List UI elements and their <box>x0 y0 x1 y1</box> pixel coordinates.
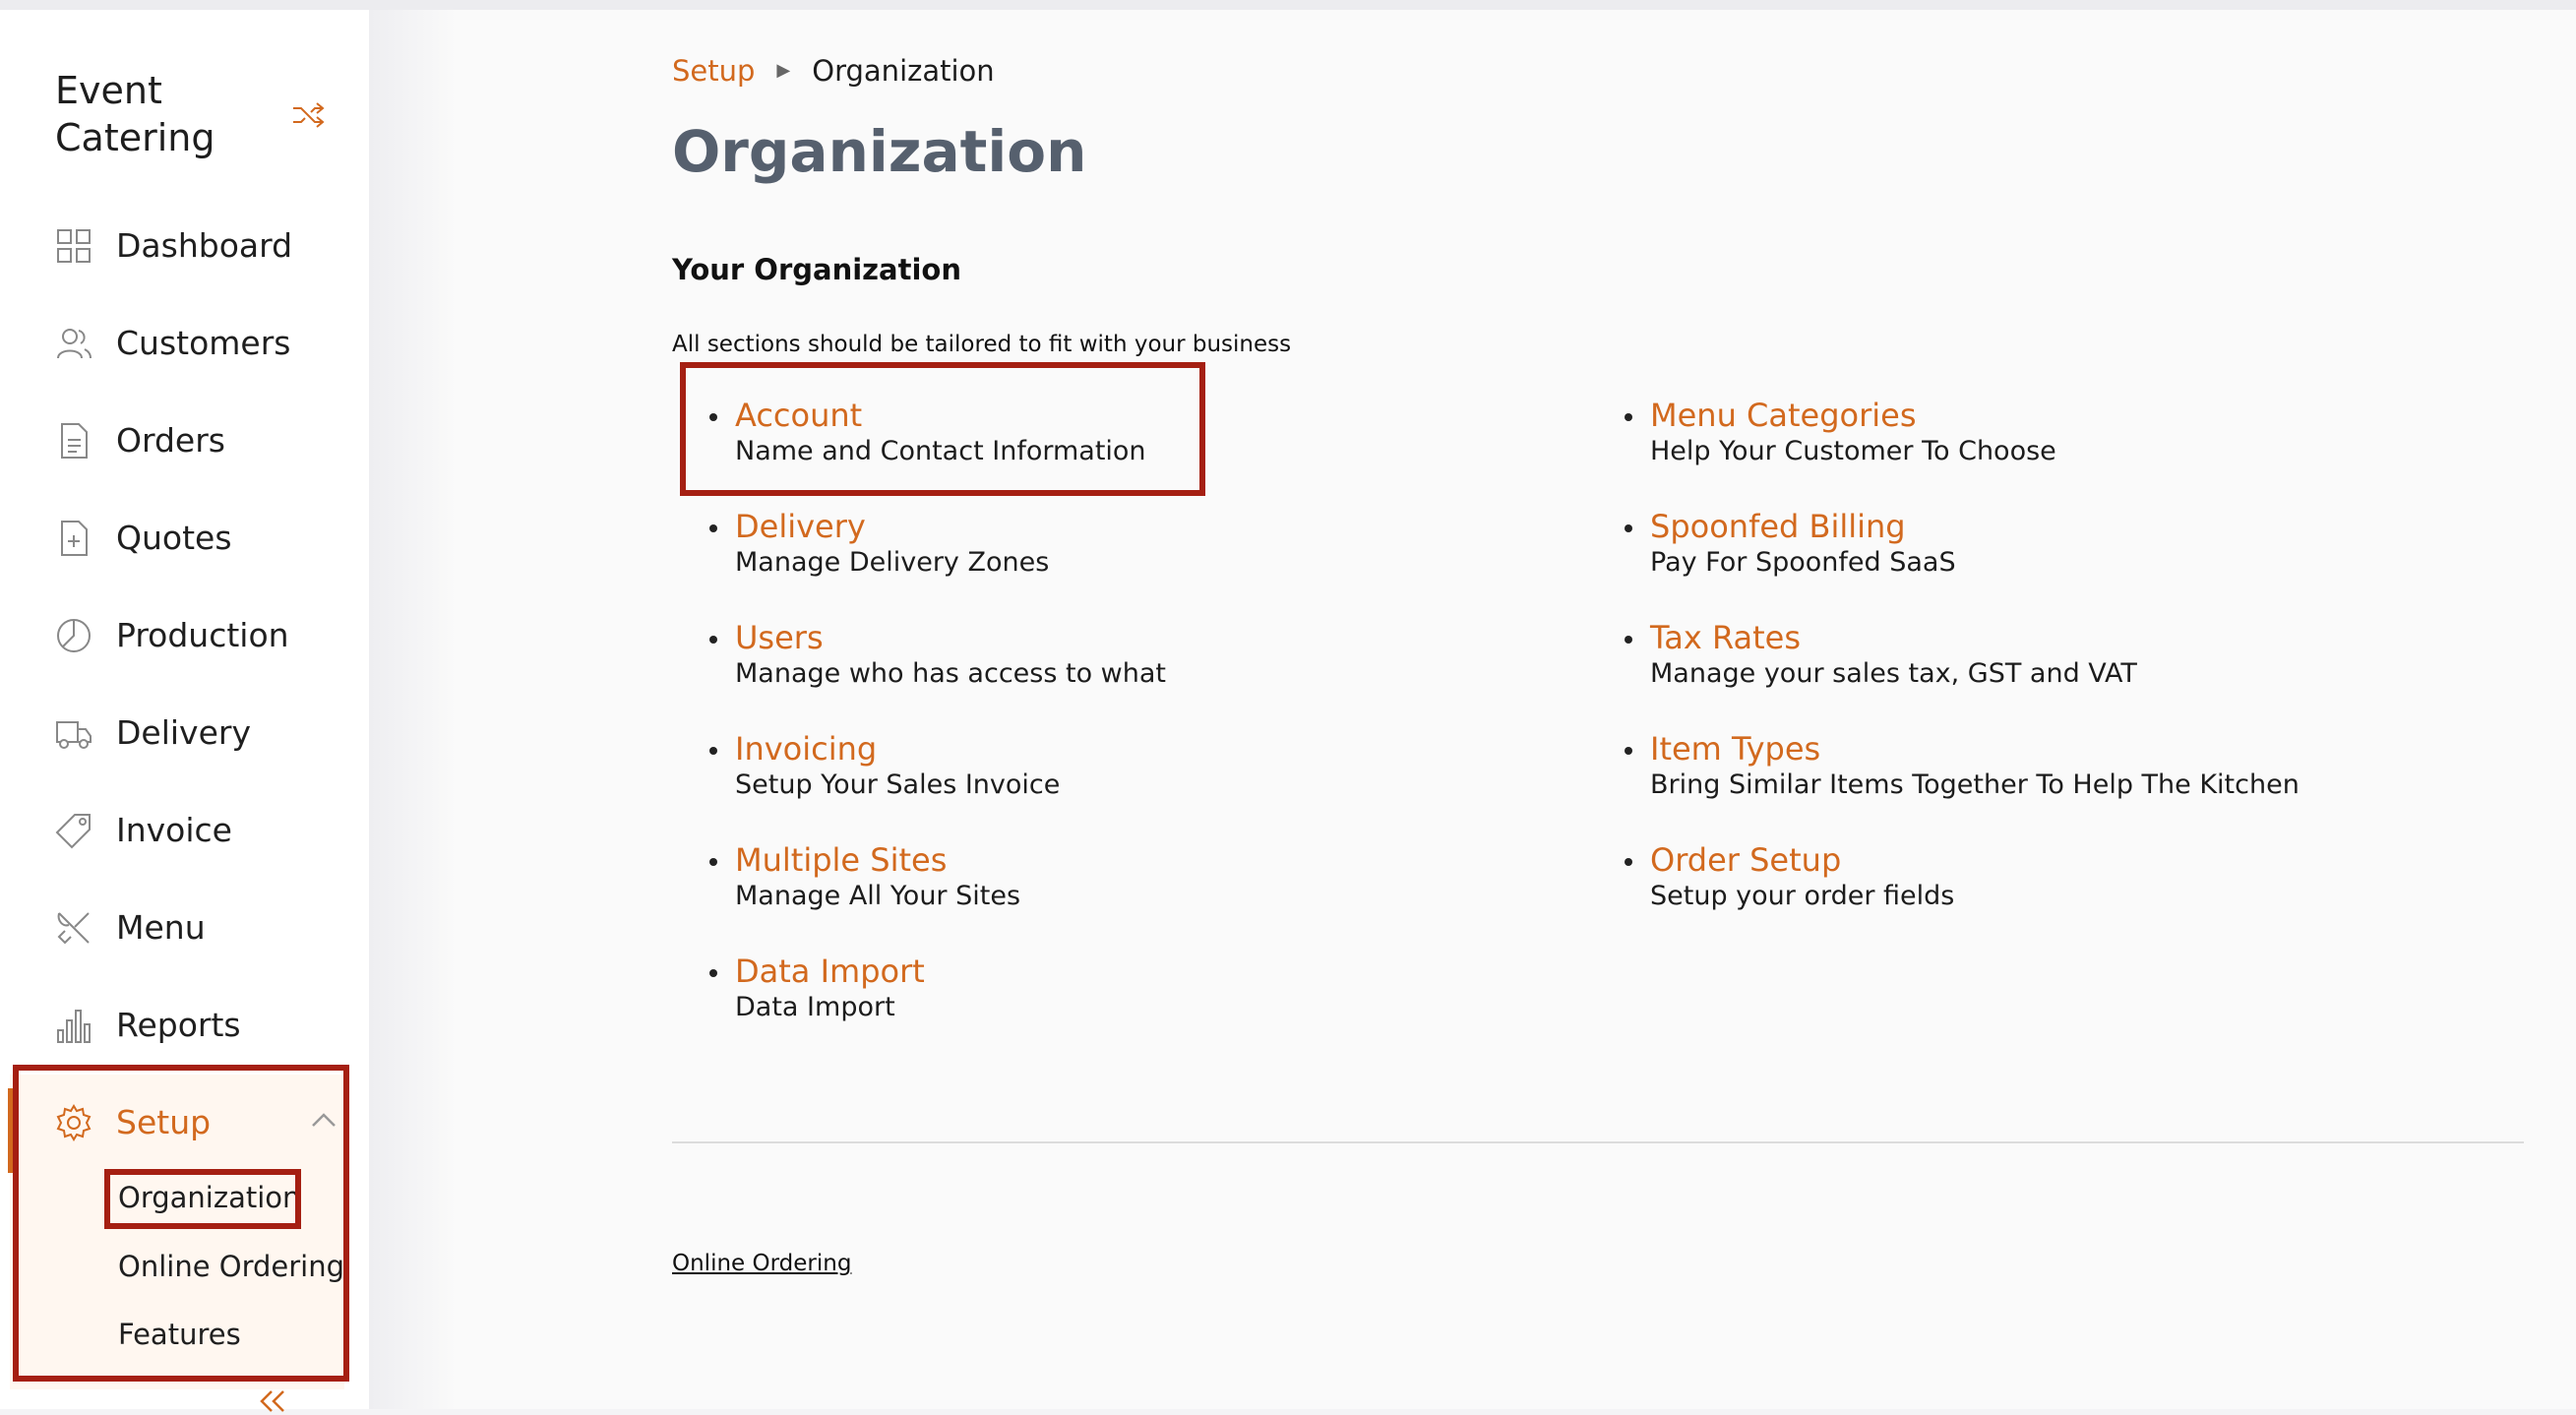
sidebar-item-label: Setup <box>116 1103 212 1141</box>
invoicing-link[interactable]: Invoicing <box>735 729 877 769</box>
bullet <box>1625 413 1632 421</box>
multiple-sites-link[interactable]: Multiple Sites <box>735 840 947 880</box>
production-icon <box>57 619 91 652</box>
sidebar-item-invoice[interactable]: Invoice <box>0 796 369 865</box>
sidebar: Event Catering Dashboard Customers Order… <box>0 10 369 1412</box>
customers-icon <box>57 329 92 359</box>
main-content <box>458 10 2576 1409</box>
sidebar-item-production[interactable]: Production <box>0 601 369 670</box>
bullet <box>709 969 717 977</box>
quotes-icon <box>61 521 88 556</box>
sidebar-item-quotes[interactable]: Quotes <box>0 504 369 573</box>
entry-description: Help Your Customer To Choose <box>1650 436 2056 466</box>
bullet <box>1625 524 1632 532</box>
order-setup-link[interactable]: Order Setup <box>1650 840 1841 880</box>
account-link[interactable]: Account <box>735 396 862 435</box>
entry-description: Pay For Spoonfed SaaS <box>1650 547 1956 578</box>
sidebar-item-customers[interactable]: Customers <box>0 309 369 378</box>
spoonfed-billing-link[interactable]: Spoonfed Billing <box>1650 507 1906 546</box>
collapse-sidebar-icon[interactable] <box>254 1387 289 1415</box>
top-strip <box>0 0 2576 10</box>
section-description: All sections should be tailored to fit w… <box>672 332 1292 357</box>
app-brand: Event Catering <box>55 69 215 159</box>
online-ordering-link[interactable]: Online Ordering <box>672 1250 851 1277</box>
breadcrumb: Setup ▶ Organization <box>672 53 995 89</box>
sidebar-item-label: Reports <box>116 1006 241 1044</box>
sidebar-item-reports[interactable]: Reports <box>0 991 369 1060</box>
sidebar-item-label: Menu <box>116 908 206 947</box>
sidebar-item-label: Dashboard <box>116 226 293 265</box>
bullet <box>709 413 717 421</box>
entry-description: Bring Similar Items Together To Help The… <box>1650 769 2300 800</box>
entry-description: Setup Your Sales Invoice <box>735 769 1061 800</box>
entry-description: Data Import <box>735 992 895 1022</box>
sidebar-subitem-online-ordering[interactable]: Online Ordering <box>118 1249 344 1284</box>
sidebar-item-setup[interactable]: Setup <box>0 1088 369 1157</box>
divider <box>672 1141 2524 1143</box>
section-title: Your Organization <box>672 253 961 286</box>
entry-description: Manage your sales tax, GST and VAT <box>1650 658 2137 689</box>
sidebar-item-label: Invoice <box>116 811 232 849</box>
sidebar-item-orders[interactable]: Orders <box>0 406 369 475</box>
sidebar-item-label: Customers <box>116 324 291 362</box>
breadcrumb-setup-link[interactable]: Setup <box>672 53 755 89</box>
entry-description: Manage All Your Sites <box>735 881 1021 911</box>
shuffle-icon[interactable] <box>291 100 327 130</box>
bullet <box>709 524 717 532</box>
bullet <box>709 858 717 866</box>
bullet <box>709 747 717 755</box>
entry-description: Setup your order fields <box>1650 881 1955 911</box>
sidebar-shadow <box>369 10 458 1409</box>
entry-description: Manage who has access to what <box>735 658 1167 689</box>
sidebar-subitem-organization[interactable]: Organization <box>118 1180 300 1215</box>
sidebar-item-label: Production <box>116 616 289 654</box>
data-import-link[interactable]: Data Import <box>735 952 925 991</box>
sidebar-item-label: Delivery <box>116 713 251 752</box>
bullet <box>1625 636 1632 644</box>
bullet <box>1625 858 1632 866</box>
users-link[interactable]: Users <box>735 618 824 657</box>
invoice-tag-icon <box>55 814 91 849</box>
tax-rates-link[interactable]: Tax Rates <box>1650 618 1801 657</box>
chevron-up-icon[interactable] <box>311 1110 337 1130</box>
entry-description: Name and Contact Information <box>735 436 1146 466</box>
entry-description: Manage Delivery Zones <box>735 547 1050 578</box>
bar-chart-icon <box>57 1010 91 1043</box>
sidebar-subitem-features[interactable]: Features <box>118 1317 241 1352</box>
breadcrumb-current: Organization <box>812 54 995 88</box>
item-types-link[interactable]: Item Types <box>1650 729 1820 769</box>
breadcrumb-separator-icon: ▶ <box>776 60 791 81</box>
bullet <box>709 636 717 644</box>
sidebar-item-dashboard[interactable]: Dashboard <box>0 212 369 280</box>
menu-categories-link[interactable]: Menu Categories <box>1650 396 1917 435</box>
gear-icon <box>56 1104 92 1141</box>
delivery-link[interactable]: Delivery <box>735 507 866 546</box>
sidebar-item-delivery[interactable]: Delivery <box>0 699 369 768</box>
orders-icon <box>61 423 88 459</box>
sidebar-item-label: Quotes <box>116 519 232 557</box>
sidebar-item-menu[interactable]: Menu <box>0 893 369 962</box>
delivery-truck-icon <box>56 721 92 749</box>
utensils-icon <box>57 912 90 945</box>
sidebar-item-label: Orders <box>116 421 225 460</box>
bullet <box>1625 747 1632 755</box>
dashboard-icon <box>57 229 91 263</box>
page-title: Organization <box>672 118 1087 185</box>
